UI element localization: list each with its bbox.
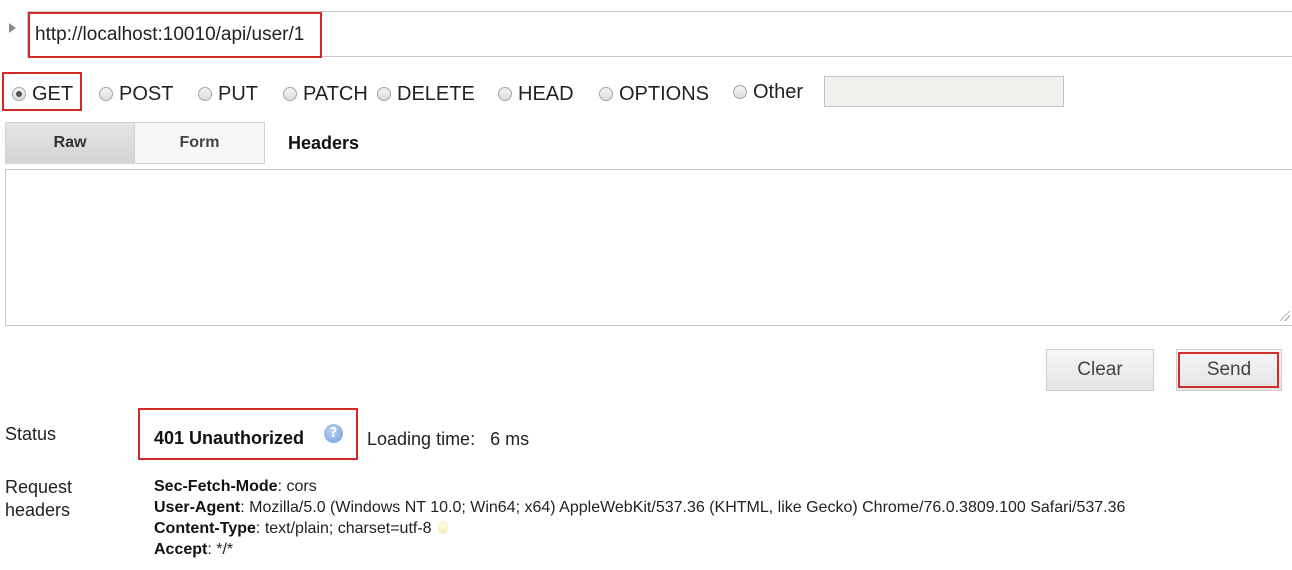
request-headers-list: Sec-Fetch-Mode: cors User-Agent: Mozilla… <box>154 476 1125 560</box>
headers-textarea[interactable] <box>5 169 1292 326</box>
method-patch[interactable]: PATCH <box>283 82 368 106</box>
radio-icon[interactable] <box>733 85 747 99</box>
method-put[interactable]: PUT <box>198 82 258 106</box>
method-delete-label: DELETE <box>397 82 475 105</box>
method-head-label: HEAD <box>518 82 574 105</box>
status-label: Status <box>5 424 57 444</box>
request-headers-label-line1: Request <box>5 477 73 497</box>
header-value: cors <box>286 478 317 495</box>
radio-icon[interactable] <box>498 87 512 101</box>
tab-raw[interactable]: Raw <box>5 122 135 164</box>
method-other-label: Other <box>753 80 804 103</box>
send-button[interactable]: Send <box>1176 349 1282 391</box>
method-other[interactable]: Other <box>733 80 803 104</box>
request-header-row: Content-Type: text/plain; charset=utf-8 <box>154 518 1125 539</box>
request-header-row: Sec-Fetch-Mode: cors <box>154 478 317 495</box>
tab-form[interactable]: Form <box>135 122 265 164</box>
loading-time: Loading time: 6 ms <box>367 429 529 450</box>
loading-time-label: Loading time: <box>367 429 476 449</box>
headers-heading: Headers <box>288 133 360 153</box>
lightbulb-icon <box>437 521 448 534</box>
header-value: Mozilla/5.0 (Windows NT 10.0; Win64; x64… <box>249 499 1126 516</box>
rest-client: http://localhost:10010/api/user/1 GET PO… <box>0 0 1292 570</box>
header-value: */* <box>216 541 234 558</box>
clear-button[interactable]: Clear <box>1046 349 1154 391</box>
request-header-row: Accept: */* <box>154 541 234 558</box>
method-patch-label: PATCH <box>303 82 368 105</box>
header-value: text/plain; charset=utf-8 <box>264 520 432 537</box>
request-header-row: User-Agent: Mozilla/5.0 (Windows NT 10.0… <box>154 499 1126 516</box>
radio-icon[interactable] <box>283 87 297 101</box>
question-mark-icon[interactable]: ? <box>324 424 343 443</box>
url-bar: http://localhost:10010/api/user/1 <box>27 11 1292 58</box>
radio-icon[interactable] <box>99 87 113 101</box>
radio-icon[interactable] <box>377 87 391 101</box>
radio-icon[interactable] <box>12 87 26 101</box>
method-put-label: PUT <box>218 82 258 105</box>
status-value: 401 Unauthorized <box>154 428 305 448</box>
method-options-label: OPTIONS <box>619 82 710 105</box>
request-headers-label-line2: headers <box>5 500 71 520</box>
header-name: Sec-Fetch-Mode <box>154 478 278 495</box>
method-head[interactable]: HEAD <box>498 82 574 106</box>
other-method-input[interactable] <box>824 76 1064 107</box>
method-post-label: POST <box>119 82 174 105</box>
radio-icon[interactable] <box>198 87 212 101</box>
resize-handle-icon[interactable] <box>1280 311 1290 321</box>
loading-time-value: 6 ms <box>490 429 530 449</box>
url-input[interactable]: http://localhost:10010/api/user/1 <box>28 12 322 58</box>
radio-icon[interactable] <box>599 87 613 101</box>
header-name: Content-Type <box>154 520 256 537</box>
header-name: Accept <box>154 541 208 558</box>
method-post[interactable]: POST <box>99 82 173 106</box>
header-name: User-Agent <box>154 499 241 516</box>
method-get-label: GET <box>32 82 74 105</box>
request-headers-label: Request headers <box>5 476 72 522</box>
method-delete[interactable]: DELETE <box>377 82 475 106</box>
triangle-right-icon[interactable] <box>9 23 16 33</box>
method-options[interactable]: OPTIONS <box>599 82 709 106</box>
method-get[interactable]: GET <box>12 82 73 106</box>
